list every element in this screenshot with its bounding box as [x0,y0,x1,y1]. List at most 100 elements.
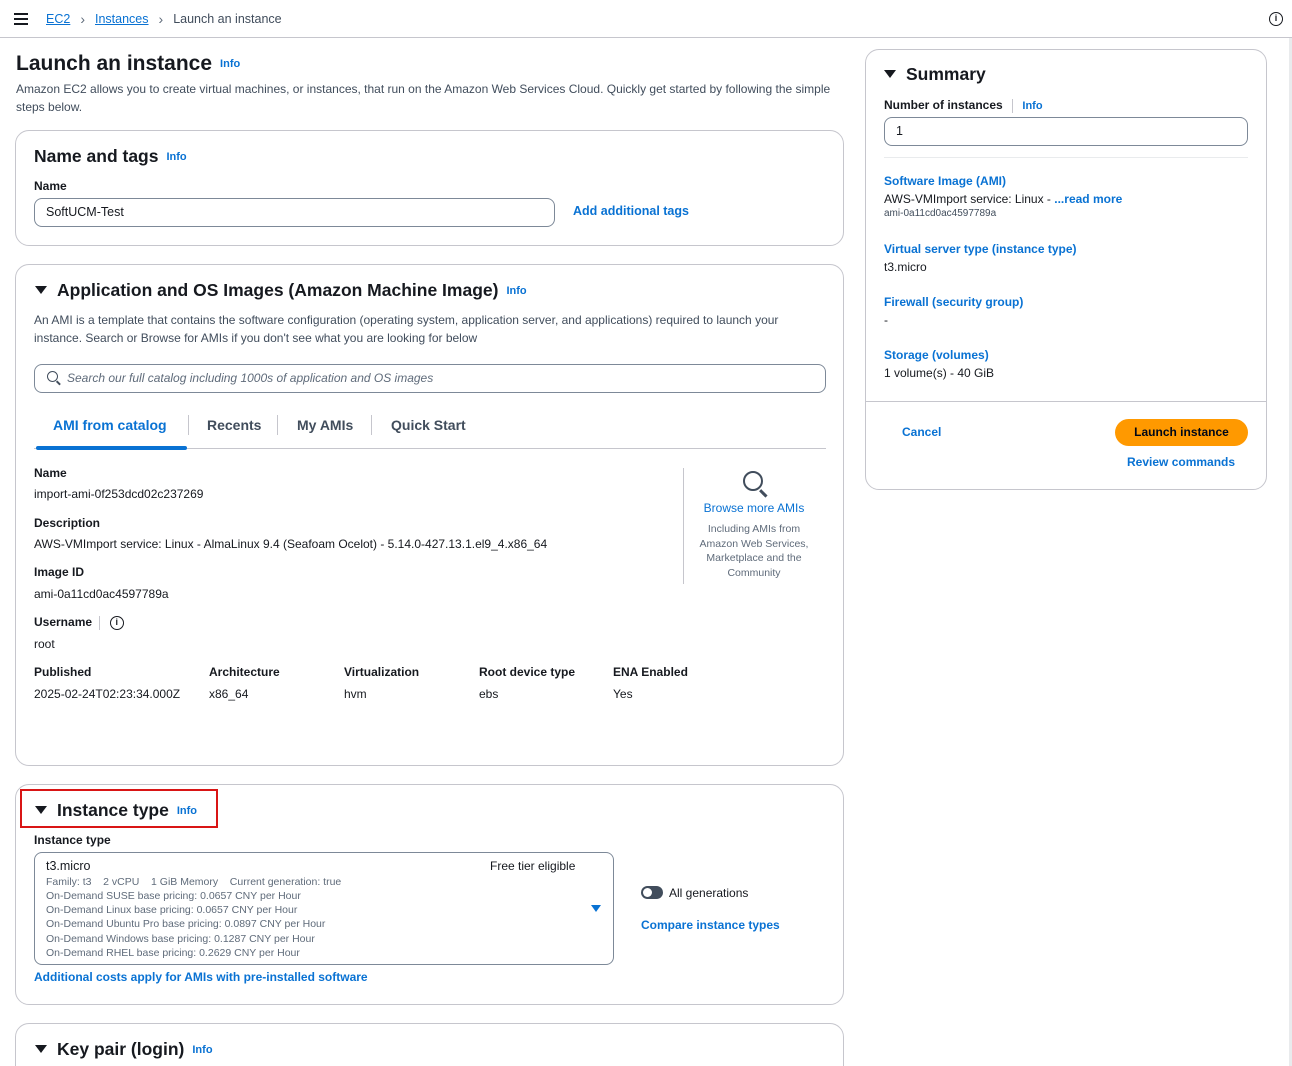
additional-costs-link[interactable]: Additional costs apply for AMIs with pre… [34,970,368,984]
instance-type-panel: Instance type Info Instance type t3.micro… [15,784,844,1005]
architecture-label: Architecture [209,665,280,679]
caret-down-icon[interactable] [884,70,896,78]
browse-description: Including AMIs from Amazon Web Services,… [694,522,814,580]
divider [866,401,1266,402]
page-title: Launch an instance Info [16,52,240,76]
menu-icon[interactable] [14,13,28,25]
software-image-value: AWS-VMImport service: Linux - ...read mo… [884,192,1122,206]
published-value: 2025-02-24T02:23:34.000Z [34,687,181,701]
summary-title: Summary [884,64,986,85]
ami-name-value: import-ami-0f253dcd02c237269 [34,487,204,501]
root-device-type-label: Root device type [479,665,576,679]
divider [1012,98,1014,113]
info-link[interactable]: Info [1022,100,1042,112]
dropdown-arrow-icon[interactable] [591,905,601,912]
panel-title-text: Name and tags [34,146,159,166]
all-generations-label: All generations [669,886,749,900]
tab-ami-from-catalog[interactable]: AMI from catalog [53,417,167,433]
instance-type-summary-value: t3.micro [884,260,927,274]
instance-type-label: Instance type [34,833,111,847]
caret-down-icon[interactable] [35,1045,47,1053]
info-link[interactable]: Info [177,805,197,817]
divider [884,157,1248,158]
compare-instance-types-link[interactable]: Compare instance types [641,918,780,932]
read-more-link[interactable]: ...read more [1054,192,1122,206]
info-link[interactable]: Info [220,58,240,70]
selected-instance-type: t3.micro [46,859,91,873]
browse-desc-line: Including AMIs from [707,523,801,535]
instance-type-select[interactable]: t3.micro Free tier eligible Family: t3 2… [34,852,614,965]
add-additional-tags-link[interactable]: Add additional tags [573,204,689,218]
ami-tabs: AMI from catalog Recents My AMIs Quick S… [34,403,826,450]
software-image-text: AWS-VMImport service: Linux - [884,192,1055,206]
tab-divider [371,415,372,435]
caret-down-icon[interactable] [35,806,47,814]
info-icon[interactable]: i [109,615,124,630]
ena-enabled-value: Yes [613,687,633,701]
panel-title: Key pair (login) Info [35,1039,213,1060]
breadcrumb-ec2[interactable]: EC2 [46,12,70,26]
page-description: Amazon EC2 allows you to create virtual … [16,82,831,114]
storage-link[interactable]: Storage (volumes) [884,348,989,362]
tab-quick-start[interactable]: Quick Start [391,417,466,433]
caret-down-icon[interactable] [35,286,47,294]
browse-desc-line: Amazon Web Services, [699,537,809,550]
panel-title-text: Application and OS Images (Amazon Machin… [57,280,499,300]
divider [683,468,684,584]
ami-id-value: ami-0a11cd0ac4597789a [884,208,997,219]
browse-more-amis-link[interactable]: Browse more AMIs [694,501,814,515]
firewall-link[interactable]: Firewall (security group) [884,295,1023,309]
search-icon[interactable] [743,471,763,491]
breadcrumb-instances[interactable]: Instances [95,12,149,26]
instance-detail: On-Demand RHEL base pricing: 0.2629 CNY … [46,947,300,959]
architecture-value: x86_64 [209,687,249,701]
tab-divider [188,415,189,435]
free-tier-badge: Free tier eligible [490,859,576,873]
ena-enabled-label: ENA Enabled [613,665,688,679]
info-icon[interactable]: i [1269,12,1283,26]
name-label: Name [34,179,67,193]
instance-detail: On-Demand Ubuntu Pro base pricing: 0.089… [46,918,326,930]
breadcrumb: EC2 › Instances › Launch an instance [46,11,282,27]
panel-title: Application and OS Images (Amazon Machin… [35,280,527,301]
panel-title-text: Key pair (login) [57,1039,185,1059]
summary-panel: Summary Number of instances Info 1 Softw… [865,49,1267,490]
number-of-instances-label: Number of instances Info [884,98,1043,113]
info-link[interactable]: Info [166,151,186,163]
launch-instance-button[interactable]: Launch instance [1115,419,1248,446]
all-generations-toggle[interactable] [641,886,663,899]
name-input[interactable]: SoftUCM-Test [34,198,555,227]
ami-name-label: Name [34,466,67,480]
image-id-value: ami-0a11cd0ac4597789a [34,587,169,601]
username-label-text: Username [34,615,93,629]
panel-title-text: Instance type [57,800,169,820]
info-link[interactable]: Info [506,285,526,297]
page-title-text: Launch an instance [16,52,213,75]
published-label: Published [34,665,92,679]
storage-value: 1 volume(s) - 40 GiB [884,366,995,380]
ami-desc-label: Description [34,516,101,530]
name-and-tags-panel: Name and tags Info Name SoftUCM-Test Add … [15,130,844,246]
tab-my-amis[interactable]: My AMIs [297,417,353,433]
chevron-right-icon: › [158,11,164,27]
ami-search-input[interactable]: Search our full catalog including 1000s … [34,364,826,393]
panel-title: Instance type Info [35,800,197,821]
ami-panel: Application and OS Images (Amazon Machin… [15,264,844,766]
review-commands-link[interactable]: Review commands [1127,455,1235,469]
software-image-link[interactable]: Software Image (AMI) [884,174,1006,188]
instance-detail: On-Demand Linux base pricing: 0.0657 CNY… [46,904,298,916]
tab-recents[interactable]: Recents [207,417,261,433]
cancel-button[interactable]: Cancel [902,425,941,439]
panel-title: Name and tags Info [34,146,187,167]
info-link[interactable]: Info [192,1044,212,1056]
image-id-label: Image ID [34,565,85,579]
search-icon [47,371,58,382]
summary-title-text: Summary [906,64,986,84]
breadcrumb-current: Launch an instance [173,12,282,26]
instance-type-summary-link[interactable]: Virtual server type (instance type) [884,242,1077,256]
number-of-instances-input[interactable]: 1 [884,117,1248,146]
username-value: root [34,637,55,651]
divider [99,615,101,630]
ami-desc-value: AWS-VMImport service: Linux - AlmaLinux … [34,537,548,551]
chevron-right-icon: › [80,11,85,27]
